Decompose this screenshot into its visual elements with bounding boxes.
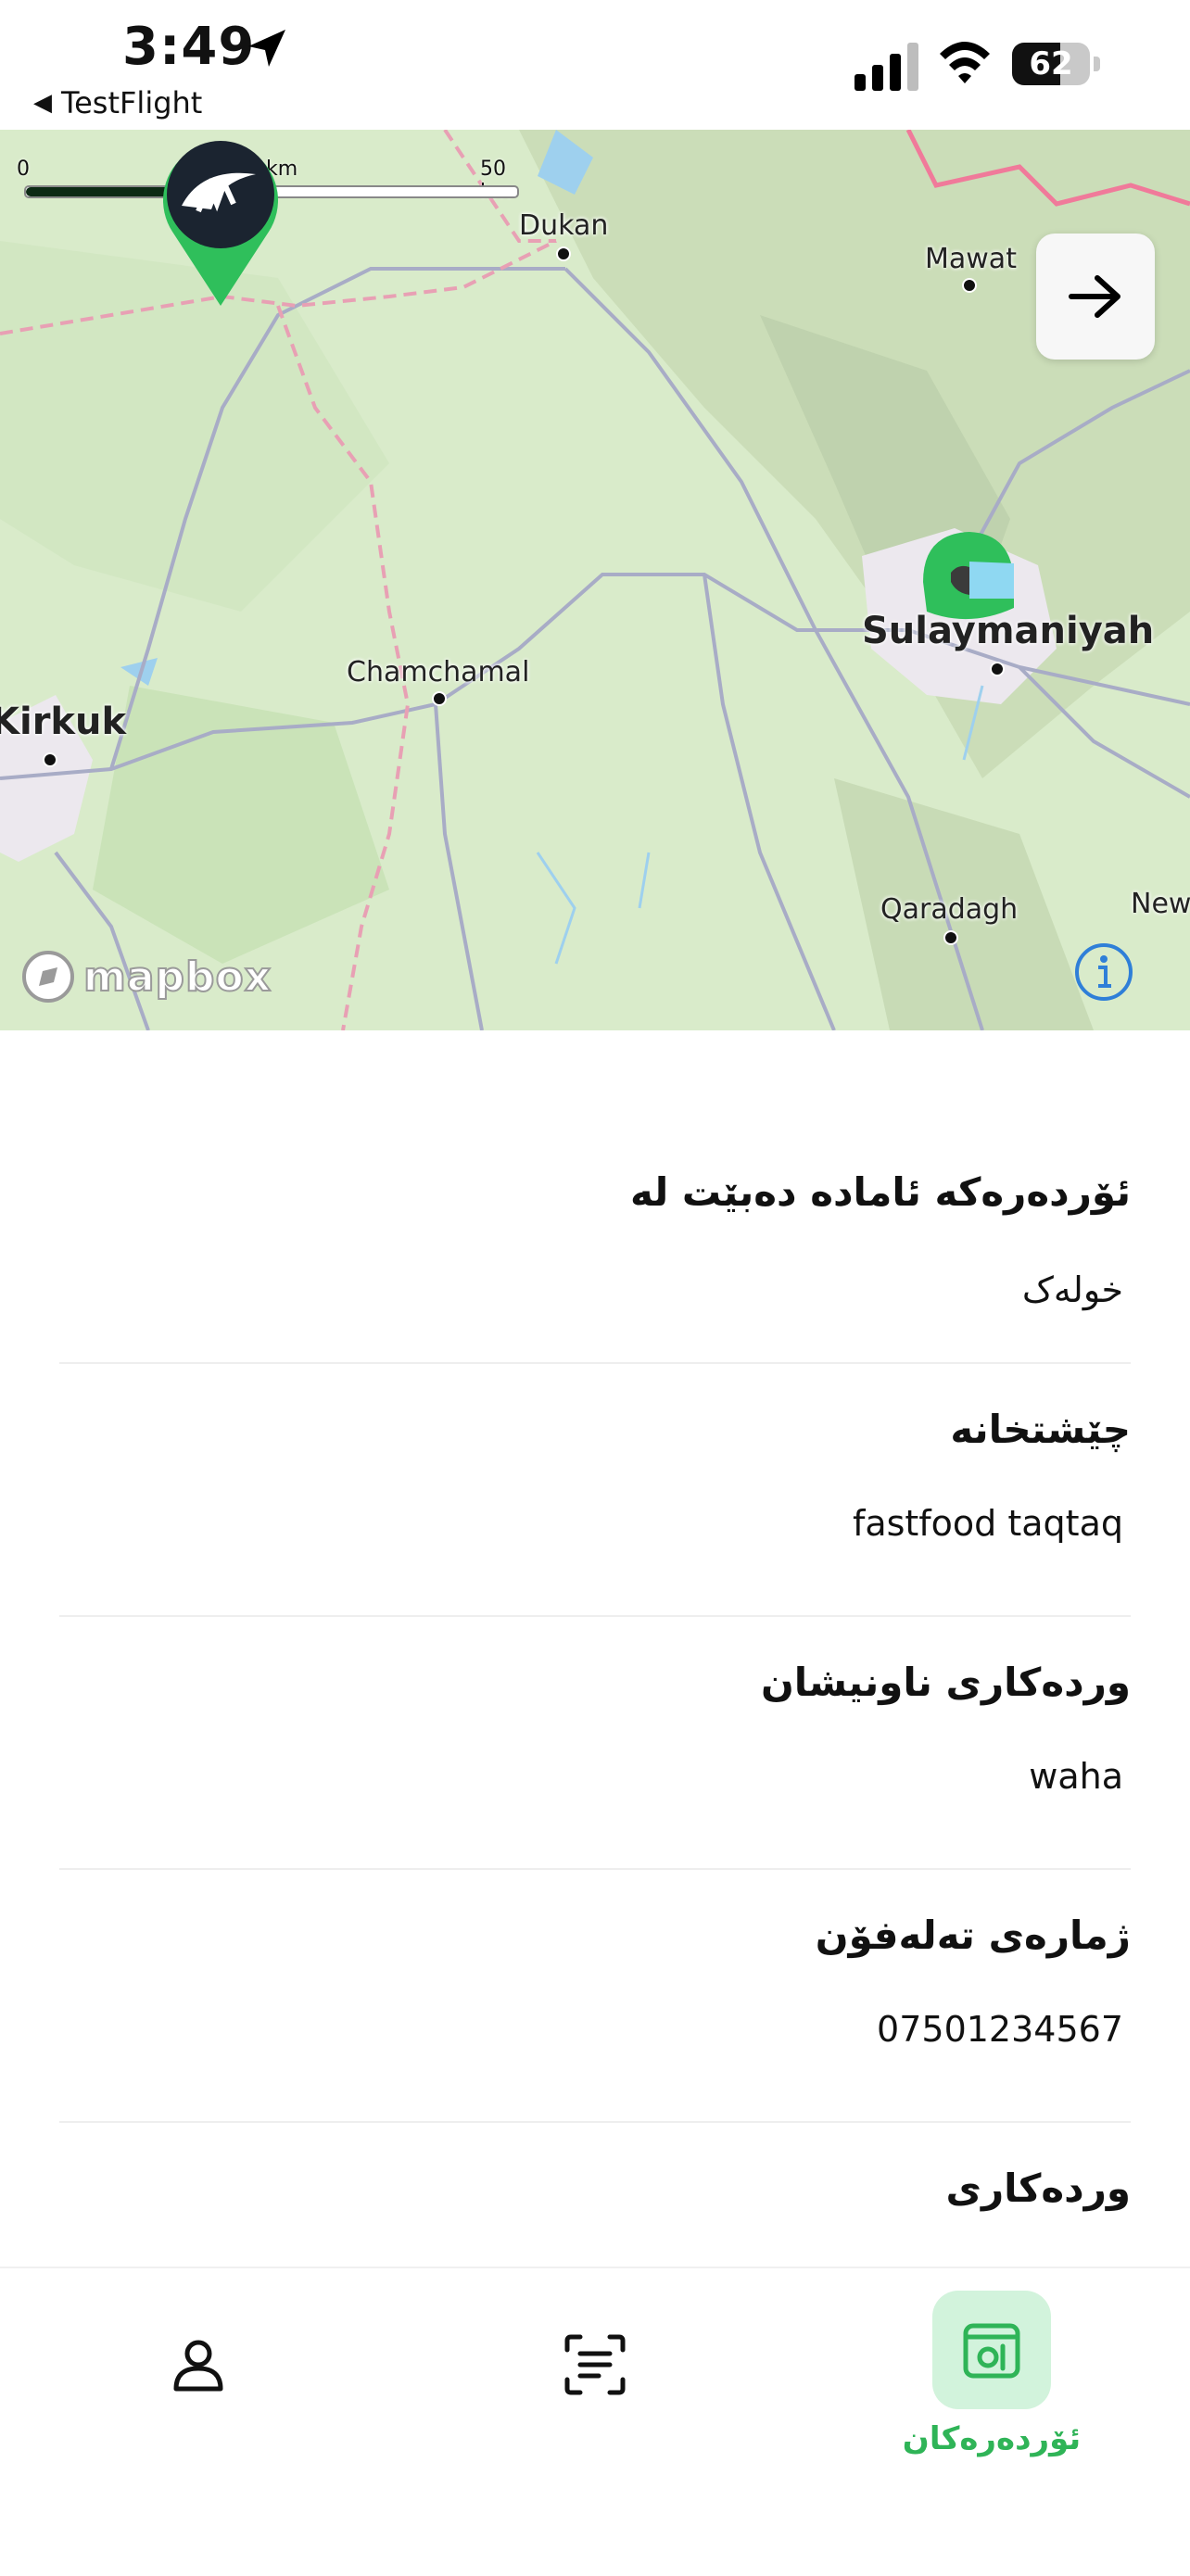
place-dukan-dot	[556, 246, 571, 261]
place-sulaymaniyah-dot	[990, 662, 1005, 676]
scan-document-icon	[564, 2334, 626, 2395]
scale-zero: 0	[17, 158, 30, 181]
nav-profile[interactable]	[59, 2268, 337, 2491]
more-details-field: وردەکاری	[59, 2123, 1132, 2234]
address-label: وردەکاری ناونیشان	[760, 1660, 1131, 1705]
place-mawat-dot	[962, 278, 977, 293]
address-value: waha	[1029, 1756, 1123, 1797]
orders-tab-highlight	[932, 2291, 1051, 2409]
nav-scan[interactable]	[456, 2268, 734, 2491]
place-chamchamal-dot	[432, 691, 447, 706]
clock: 3:49	[122, 17, 256, 77]
back-triangle-icon: ◀	[33, 89, 52, 117]
place-qaradagh-dot	[943, 930, 958, 945]
pickup-time-field: ئۆردەرەکە ئامادە دەبێت لە خولەک	[59, 1030, 1131, 1364]
mapbox-mark-icon	[22, 951, 74, 1003]
orders-box-icon	[963, 2323, 1020, 2379]
phone-value[interactable]: 07501234567	[877, 2009, 1123, 2050]
order-details: ئۆردەرەکە ئامادە دەبێت لە خولەک چێشتخانە…	[59, 1030, 1131, 2234]
pickup-time-value: خولەک	[1021, 1269, 1123, 1310]
battery-percent: 62	[1029, 45, 1073, 82]
map-view[interactable]: 0 25 km 50 km Dukan Mawat Chamchamal Sul…	[0, 130, 1190, 1030]
wifi-icon	[940, 42, 990, 83]
pickup-time-label: ئۆردەرەکە ئامادە دەبێت لە	[630, 1169, 1131, 1215]
place-qaradagh: Qaradagh	[880, 893, 1019, 926]
restaurant-field: چێشتخانە fastfood taqtaq	[59, 1364, 1131, 1617]
place-dukan: Dukan	[519, 209, 609, 242]
phone-label: ژمارەی تەلەفۆن	[815, 1913, 1131, 1958]
status-bar: 3:49 ◀ TestFlight 62	[0, 0, 1190, 130]
nav-orders[interactable]: ئۆردەرەکان	[853, 2268, 1131, 2491]
driver-helmet-icon[interactable]	[914, 526, 1018, 628]
mapbox-logo: mapbox	[20, 949, 272, 1004]
cellular-signal-icon	[855, 39, 918, 91]
forward-arrow-button[interactable]	[1036, 234, 1155, 360]
place-kirkuk-dot	[43, 752, 57, 767]
back-app-label: TestFlight	[61, 85, 203, 120]
restaurant-value: fastfood taqtaq	[852, 1503, 1123, 1544]
map-info-icon[interactable]	[1073, 941, 1134, 1003]
location-arrow-icon	[248, 30, 285, 67]
mapbox-wordmark: mapbox	[82, 953, 272, 1002]
user-icon	[173, 2340, 223, 2392]
nav-orders-label: ئۆردەرەکان	[902, 2420, 1082, 2457]
phone-field: ژمارەی تەلەفۆن 07501234567	[59, 1870, 1131, 2123]
back-to-app-link[interactable]: ◀ TestFlight	[33, 85, 202, 120]
place-new: New	[1131, 888, 1190, 920]
place-chamchamal: Chamchamal	[347, 656, 530, 688]
battery-icon: 62	[1012, 43, 1101, 85]
place-mawat: Mawat	[925, 243, 1017, 275]
address-field: وردەکاری ناونیشان waha	[59, 1617, 1131, 1870]
more-details-label: وردەکاری	[945, 2166, 1132, 2211]
place-kirkuk: Kirkuk	[0, 701, 127, 743]
restaurant-label: چێشتخانە	[950, 1407, 1131, 1452]
arrow-right-icon	[1069, 275, 1120, 318]
restaurant-map-pin[interactable]	[156, 130, 285, 308]
bottom-nav: ئۆردەرەکان	[0, 2267, 1190, 2576]
